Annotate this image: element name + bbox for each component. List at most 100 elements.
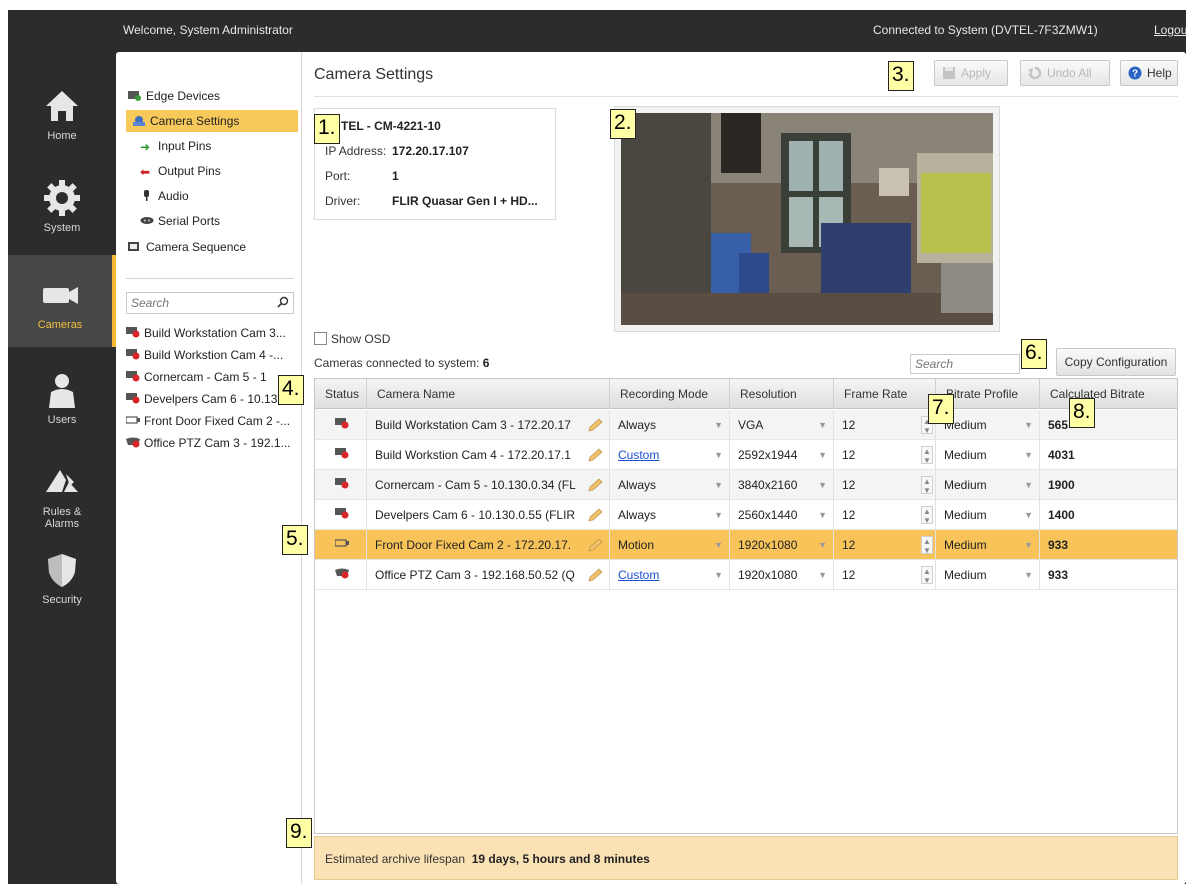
camera-name-cell[interactable]: Office PTZ Cam 3 - 192.168.50.52 (Q (367, 560, 610, 590)
chevron-down-icon[interactable]: ▼ (818, 440, 827, 470)
table-row[interactable]: Build Workstion Cam 4 - 172.20.17.1 Custo… (315, 440, 1177, 470)
chevron-down-icon[interactable]: ▼ (818, 560, 827, 590)
bitrate-profile-select[interactable]: Medium ▼ (936, 500, 1040, 530)
recording-mode-select[interactable]: Custom ▼ (610, 440, 730, 470)
nav-system[interactable]: System (8, 158, 116, 250)
resolution-select[interactable]: 2560x1440 ▼ (730, 500, 834, 530)
tree-output-pins[interactable]: ⬅ Output Pins (140, 160, 221, 182)
show-osd-checkbox[interactable] (314, 332, 327, 345)
chevron-down-icon[interactable]: ▼ (1024, 470, 1033, 500)
table-row[interactable]: Develpers Cam 6 - 10.130.0.55 (FLIR Alway… (315, 500, 1177, 530)
chevron-down-icon[interactable]: ▼ (818, 530, 827, 560)
frame-rate-stepper[interactable]: 12 ▲ ▼ (834, 440, 936, 470)
frame-rate-stepper[interactable]: 12 ▲ ▼ (834, 530, 936, 560)
chevron-down-icon[interactable]: ▼ (818, 470, 827, 500)
frame-rate-stepper[interactable]: 12 ▲ ▼ (834, 560, 936, 590)
camera-list-item[interactable]: Build Workstion Cam 4 -... (126, 345, 298, 365)
recording-mode-select[interactable]: Motion ▼ (610, 530, 730, 560)
camera-list-item[interactable]: Develpers Cam 6 - 10.13... (126, 389, 298, 409)
show-osd-option[interactable]: Show OSD (314, 332, 390, 346)
grid-search[interactable] (910, 354, 1020, 374)
tree-edge-devices[interactable]: Edge Devices (128, 85, 220, 107)
header-status[interactable]: Status (315, 379, 367, 409)
stepper-arrows-icon[interactable]: ▲ ▼ (921, 476, 933, 495)
stepper-arrows-icon[interactable]: ▲ ▼ (921, 506, 933, 525)
chevron-down-icon[interactable]: ▼ (1024, 560, 1033, 590)
recording-mode-select[interactable]: Always ▼ (610, 470, 730, 500)
bitrate-profile-select[interactable]: Medium ▼ (936, 440, 1040, 470)
chevron-down-icon[interactable]: ▼ (1024, 440, 1033, 470)
header-resolution[interactable]: Resolution (730, 379, 834, 409)
chevron-down-icon[interactable]: ▼ (1024, 530, 1033, 560)
camera-list-item[interactable]: Cornercam - Cam 5 - 1 (126, 367, 298, 387)
nav-rules-alarms[interactable]: Rules & Alarms (8, 442, 116, 534)
recording-mode-link[interactable]: Custom (618, 448, 659, 462)
resolution-select[interactable]: VGA ▼ (730, 410, 834, 440)
tree-input-pins[interactable]: ➜ Input Pins (140, 135, 211, 157)
camera-list-item[interactable]: Front Door Fixed Cam 2 -... (126, 411, 298, 431)
search-icon[interactable] (277, 296, 289, 308)
header-frame-rate[interactable]: Frame Rate (834, 379, 936, 409)
tree-audio[interactable]: Audio (140, 185, 189, 207)
frame-rate-stepper[interactable]: 12 ▲ ▼ (834, 410, 936, 440)
pencil-icon[interactable] (587, 478, 603, 492)
stepper-arrows-icon[interactable]: ▲ ▼ (921, 566, 933, 585)
resolution-select[interactable]: 2592x1944 ▼ (730, 440, 834, 470)
header-camera-name[interactable]: Camera Name (367, 379, 610, 409)
copy-configuration-button[interactable]: Copy Configuration (1056, 348, 1176, 376)
undo-all-button[interactable]: Undo All (1020, 60, 1110, 86)
table-row[interactable]: Office PTZ Cam 3 - 192.168.50.52 (Q Custo… (315, 560, 1177, 590)
chevron-down-icon[interactable]: ▼ (818, 410, 827, 440)
chevron-down-icon[interactable]: ▼ (714, 560, 723, 590)
chevron-down-icon[interactable]: ▼ (1024, 500, 1033, 530)
apply-button[interactable]: Apply (934, 60, 1008, 86)
resolution-select[interactable]: 3840x2160 ▼ (730, 470, 834, 500)
camera-search-input[interactable] (127, 293, 267, 313)
recording-mode-select[interactable]: Always ▼ (610, 500, 730, 530)
nav-cameras[interactable]: Cameras (8, 255, 116, 347)
camera-name-cell[interactable]: Build Workstion Cam 4 - 172.20.17.1 (367, 440, 610, 470)
pencil-icon[interactable] (587, 508, 603, 522)
frame-rate-stepper[interactable]: 12 ▲ ▼ (834, 500, 936, 530)
table-row[interactable]: Build Workstation Cam 3 - 172.20.17 Alway… (315, 410, 1177, 440)
bitrate-profile-select[interactable]: Medium ▼ (936, 530, 1040, 560)
camera-name-cell[interactable]: Build Workstation Cam 3 - 172.20.17 (367, 410, 610, 440)
chevron-down-icon[interactable]: ▼ (714, 500, 723, 530)
camera-name-cell[interactable]: Front Door Fixed Cam 2 - 172.20.17. (367, 530, 610, 560)
chevron-down-icon[interactable]: ▼ (714, 440, 723, 470)
tree-camera-settings[interactable]: Camera Settings (126, 110, 298, 132)
pencil-icon[interactable] (587, 448, 603, 462)
header-calculated-bitrate[interactable]: Calculated Bitrate (1040, 379, 1177, 409)
camera-list-item[interactable]: Build Workstation Cam 3... (126, 323, 298, 343)
pencil-icon[interactable] (587, 418, 603, 432)
frame-rate-stepper[interactable]: 12 ▲ ▼ (834, 470, 936, 500)
camera-name-cell[interactable]: Develpers Cam 6 - 10.130.0.55 (FLIR (367, 500, 610, 530)
resolution-select[interactable]: 1920x1080 ▼ (730, 530, 834, 560)
nav-home[interactable]: Home (8, 66, 116, 158)
pencil-icon[interactable] (587, 538, 603, 552)
tree-serial-ports[interactable]: Serial Ports (140, 210, 220, 232)
resolution-select[interactable]: 1920x1080 ▼ (730, 560, 834, 590)
help-button[interactable]: ? Help (1120, 60, 1178, 86)
chevron-down-icon[interactable]: ▼ (714, 470, 723, 500)
stepper-arrows-icon[interactable]: ▲ ▼ (921, 536, 933, 555)
bitrate-profile-select[interactable]: Medium ▼ (936, 470, 1040, 500)
recording-mode-select[interactable]: Custom ▼ (610, 560, 730, 590)
camera-list-item[interactable]: Office PTZ Cam 3 - 192.1... (126, 433, 298, 453)
camera-preview[interactable] (614, 106, 1000, 332)
bitrate-profile-select[interactable]: Medium ▼ (936, 560, 1040, 590)
stepper-arrows-icon[interactable]: ▲ ▼ (921, 446, 933, 465)
pencil-icon[interactable] (587, 568, 603, 582)
recording-mode-select[interactable]: Always ▼ (610, 410, 730, 440)
logout-link[interactable]: Logout (1154, 23, 1186, 37)
chevron-down-icon[interactable]: ▼ (1024, 410, 1033, 440)
chevron-down-icon[interactable]: ▼ (818, 500, 827, 530)
camera-search[interactable] (126, 292, 294, 314)
nav-security[interactable]: Security (8, 530, 116, 622)
table-row[interactable]: Front Door Fixed Cam 2 - 172.20.17. Motio… (315, 530, 1177, 560)
chevron-down-icon[interactable]: ▼ (714, 410, 723, 440)
tree-camera-sequence[interactable]: Camera Sequence (128, 236, 246, 258)
table-row[interactable]: Cornercam - Cam 5 - 10.130.0.34 (FL Alway… (315, 470, 1177, 500)
chevron-down-icon[interactable]: ▼ (714, 530, 723, 560)
nav-users[interactable]: Users (8, 350, 116, 442)
